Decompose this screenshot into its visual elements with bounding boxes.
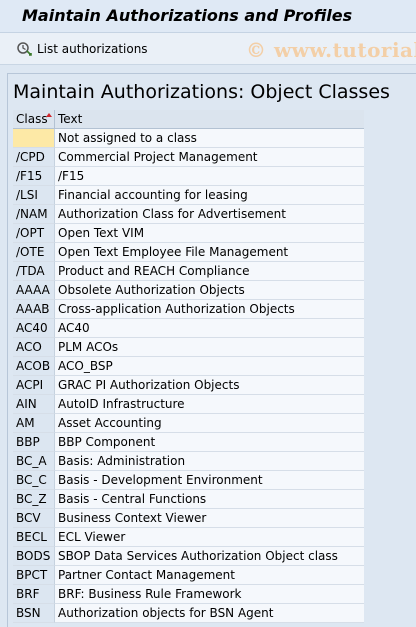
- text-cell[interactable]: Obsolete Authorization Objects: [55, 281, 364, 300]
- text-cell[interactable]: Partner Contact Management: [55, 566, 364, 585]
- class-cell[interactable]: /CPD: [13, 148, 55, 167]
- class-cell[interactable]: BPCT: [13, 566, 55, 585]
- text-cell[interactable]: BRF: Business Rule Framework: [55, 585, 364, 604]
- table-row[interactable]: BC_C Basis - Development Environment: [13, 471, 364, 490]
- class-cell[interactable]: ACPI: [13, 376, 55, 395]
- text-cell[interactable]: Business Context Viewer: [55, 509, 364, 528]
- class-cell[interactable]: BRF: [13, 585, 55, 604]
- table-row[interactable]: /OTE Open Text Employee File Management: [13, 243, 364, 262]
- table-row[interactable]: BC_Z Basis - Central Functions: [13, 490, 364, 509]
- text-cell[interactable]: ACO_BSP: [55, 357, 364, 376]
- table-row[interactable]: BPCT Partner Contact Management: [13, 566, 364, 585]
- table-row[interactable]: BRF BRF: Business Rule Framework: [13, 585, 364, 604]
- class-cell[interactable]: BC_A: [13, 452, 55, 471]
- title-bar: Maintain Authorizations and Profiles: [0, 0, 416, 33]
- table-row[interactable]: /F15/F15: [13, 167, 364, 186]
- table-row[interactable]: /OPT Open Text VIM: [13, 224, 364, 243]
- text-cell[interactable]: Financial accounting for leasing: [55, 186, 364, 205]
- text-cell[interactable]: Authorization Class for Advertisement: [55, 205, 364, 224]
- table-row[interactable]: BC_A Basis: Administration: [13, 452, 364, 471]
- class-cell[interactable]: AIN: [13, 395, 55, 414]
- table-row[interactable]: BECL ECL Viewer: [13, 528, 364, 547]
- class-cell[interactable]: BCV: [13, 509, 55, 528]
- text-cell[interactable]: AC40: [55, 319, 364, 338]
- table-row[interactable]: /LSI Financial accounting for leasing: [13, 186, 364, 205]
- text-cell[interactable]: Basis - Development Environment: [55, 471, 364, 490]
- text-cell[interactable]: Open Text Employee File Management: [55, 243, 364, 262]
- class-cell[interactable]: ACOB: [13, 357, 55, 376]
- table-row[interactable]: BODS SBOP Data Services Authorization Obj…: [13, 547, 364, 566]
- text-cell[interactable]: Product and REACH Compliance: [55, 262, 364, 281]
- text-cell[interactable]: PLM ACOs: [55, 338, 364, 357]
- list-authorizations-button[interactable]: List authorizations: [16, 39, 148, 59]
- table-row[interactable]: /NAM Authorization Class for Advertisemen…: [13, 205, 364, 224]
- class-cell[interactable]: BC_Z: [13, 490, 55, 509]
- list-authorizations-label: List authorizations: [37, 42, 148, 56]
- content-area: Maintain Authorizations: Object Classes …: [0, 65, 416, 627]
- window-title: Maintain Authorizations and Profiles: [22, 6, 353, 25]
- table-row[interactable]: Not assigned to a class: [13, 129, 364, 148]
- class-cell[interactable]: /TDA: [13, 262, 55, 281]
- text-cell[interactable]: GRAC PI Authorization Objects: [55, 376, 364, 395]
- table-row[interactable]: /CPD Commercial Project Management: [13, 148, 364, 167]
- text-cell[interactable]: Basis: Administration: [55, 452, 364, 471]
- table-row[interactable]: ACO PLM ACOs: [13, 338, 364, 357]
- class-cell[interactable]: /OPT: [13, 224, 55, 243]
- table-body: Not assigned to a class/CPD Commercial Pr…: [13, 129, 364, 623]
- class-cell[interactable]: BBP: [13, 433, 55, 452]
- class-cell[interactable]: /F15: [13, 167, 55, 186]
- class-cell[interactable]: /OTE: [13, 243, 55, 262]
- sort-ascending-icon: [46, 113, 52, 117]
- text-cell[interactable]: Basis - Central Functions: [55, 490, 364, 509]
- text-cell[interactable]: Authorization objects for BSN Agent: [55, 604, 364, 623]
- text-cell[interactable]: Not assigned to a class: [55, 129, 364, 148]
- text-cell[interactable]: AutoID Infrastructure: [55, 395, 364, 414]
- list-authorizations-icon: [16, 40, 34, 58]
- class-cell[interactable]: AM: [13, 414, 55, 433]
- class-cell[interactable]: BC_C: [13, 471, 55, 490]
- class-cell[interactable]: AC40: [13, 319, 55, 338]
- text-cell[interactable]: Cross-application Authorization Objects: [55, 300, 364, 319]
- table-row[interactable]: AAAB Cross-application Authorization Obje…: [13, 300, 364, 319]
- table-row[interactable]: AC40 AC40: [13, 319, 364, 338]
- text-cell[interactable]: /F15: [55, 167, 364, 186]
- table-row[interactable]: AIN AutoID Infrastructure: [13, 395, 364, 414]
- text-cell[interactable]: Commercial Project Management: [55, 148, 364, 167]
- table-header: Class Text: [13, 110, 364, 129]
- class-cell[interactable]: /NAM: [13, 205, 55, 224]
- class-cell[interactable]: BSN: [13, 604, 55, 623]
- table-row[interactable]: AM Asset Accounting: [13, 414, 364, 433]
- object-classes-table: Class Text Not assigned to a class/CPD Co…: [13, 110, 364, 623]
- class-cell[interactable]: BODS: [13, 547, 55, 566]
- table-row[interactable]: BSN Authorization objects for BSN Agent: [13, 604, 364, 623]
- text-cell[interactable]: SBOP Data Services Authorization Object …: [55, 547, 364, 566]
- class-cell[interactable]: BECL: [13, 528, 55, 547]
- table-row[interactable]: /TDA Product and REACH Compliance: [13, 262, 364, 281]
- table-row[interactable]: ACOB ACO_BSP: [13, 357, 364, 376]
- table-row[interactable]: BCV Business Context Viewer: [13, 509, 364, 528]
- text-cell[interactable]: Open Text VIM: [55, 224, 364, 243]
- text-cell[interactable]: ECL Viewer: [55, 528, 364, 547]
- class-cell[interactable]: ACO: [13, 338, 55, 357]
- class-cell[interactable]: [13, 129, 55, 148]
- column-header-text[interactable]: Text: [55, 110, 364, 128]
- watermark: © www.tutorial: [246, 38, 416, 62]
- class-cell[interactable]: AAAB: [13, 300, 55, 319]
- list-panel: Maintain Authorizations: Object Classes …: [7, 73, 416, 627]
- list-title: Maintain Authorizations: Object Classes: [13, 81, 390, 103]
- class-cell[interactable]: /LSI: [13, 186, 55, 205]
- table-row[interactable]: BBP BBP Component: [13, 433, 364, 452]
- table-row[interactable]: ACPI GRAC PI Authorization Objects: [13, 376, 364, 395]
- text-cell[interactable]: Asset Accounting: [55, 414, 364, 433]
- text-cell[interactable]: BBP Component: [55, 433, 364, 452]
- table-row[interactable]: AAAA Obsolete Authorization Objects: [13, 281, 364, 300]
- class-cell[interactable]: AAAA: [13, 281, 55, 300]
- column-header-class[interactable]: Class: [13, 110, 55, 128]
